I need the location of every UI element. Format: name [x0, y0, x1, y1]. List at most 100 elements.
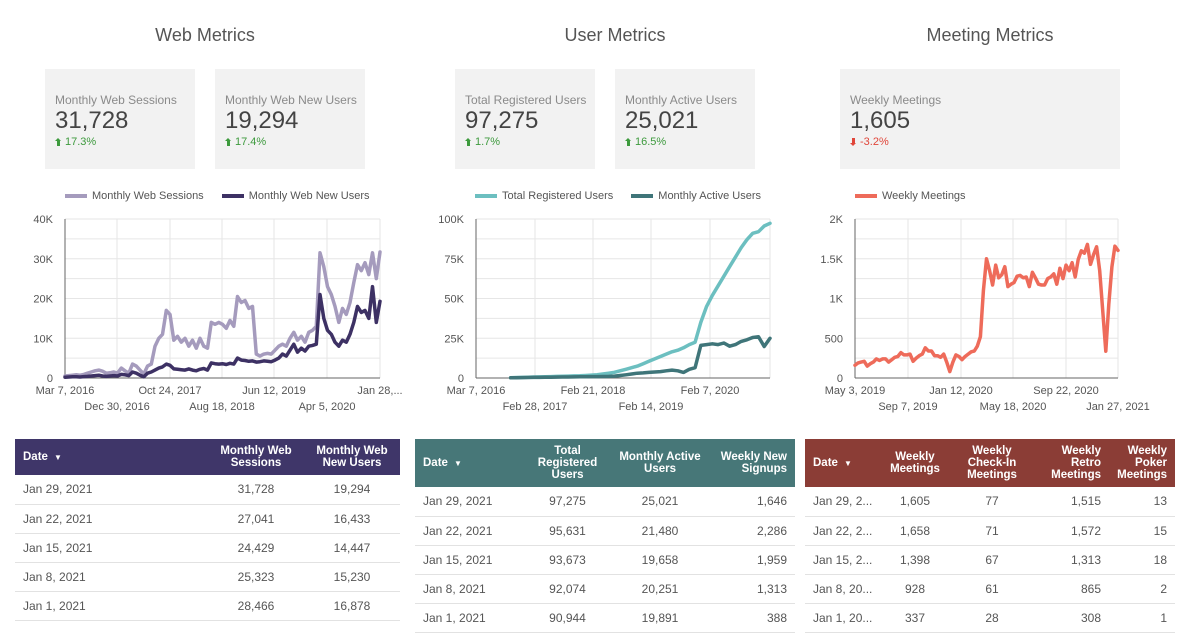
cell-value: 1,959 — [710, 545, 795, 575]
column-header[interactable]: Weekly Retro Meetings — [1033, 439, 1109, 487]
cell-value: 18 — [1109, 545, 1175, 575]
column-header-date[interactable]: Date ▼ — [805, 439, 879, 487]
cell-date: Jan 1, 2021 — [415, 603, 525, 633]
table-row[interactable]: Jan 8, 20... 928 61 865 2 — [805, 574, 1175, 604]
column-header[interactable]: Weekly Meetings — [879, 439, 951, 487]
cell-value: 1,313 — [710, 574, 795, 604]
cell-value: 13 — [1109, 487, 1175, 517]
cell-value: 15 — [1109, 516, 1175, 546]
cell-value: 21,480 — [610, 516, 710, 546]
cell-value: 31,728 — [208, 475, 304, 505]
cell-date: Jan 29, 2... — [805, 487, 879, 517]
column-header[interactable]: Monthly Web Sessions — [208, 439, 304, 475]
user-metrics-table: Date ▼ Total Registered Users Monthly Act… — [415, 439, 795, 633]
table-row[interactable]: Jan 15, 2021 24,429 14,447 — [15, 533, 400, 563]
table-row[interactable]: Jan 29, 2021 31,728 19,294 — [15, 475, 400, 505]
cell-value: 1,658 — [879, 516, 951, 546]
cell-value: 19,891 — [610, 603, 710, 633]
column-header[interactable]: Total Registered Users — [525, 439, 610, 487]
cell-value: 1 — [1109, 603, 1175, 633]
cell-value: 19,658 — [610, 545, 710, 575]
cell-value: 28 — [951, 603, 1033, 633]
y-tick-label: 500 — [825, 333, 843, 345]
sort-desc-icon[interactable]: ▼ — [844, 459, 852, 468]
x-tick-label: Sep 22, 2020 — [1033, 385, 1098, 397]
cell-date: Jan 8, 20... — [805, 574, 879, 604]
cell-value: 25,323 — [208, 562, 304, 592]
cell-date: Jan 15, 2021 — [15, 533, 208, 563]
cell-value: 14,447 — [304, 533, 400, 563]
column-header[interactable]: Weekly New Signups — [710, 439, 795, 487]
cell-value: 15,230 — [304, 562, 400, 592]
table-row[interactable]: Jan 22, 2021 27,041 16,433 — [15, 504, 400, 534]
sort-desc-icon[interactable]: ▼ — [454, 459, 462, 468]
cell-value: 1,572 — [1033, 516, 1109, 546]
cell-value: 92,074 — [525, 574, 610, 604]
cell-value: 1,398 — [879, 545, 951, 575]
cell-date: Jan 1, 20... — [805, 603, 879, 633]
cell-date: Jan 15, 2021 — [415, 545, 525, 575]
cell-value: 25,021 — [610, 487, 710, 517]
cell-value: 24,429 — [208, 533, 304, 563]
y-tick-label: 1.5K — [820, 254, 843, 266]
y-tick-label: 0 — [837, 373, 843, 385]
table-row[interactable]: Jan 29, 2021 97,275 25,021 1,646 — [415, 487, 795, 517]
cell-value: 1,313 — [1033, 545, 1109, 575]
cell-value: 1,605 — [879, 487, 951, 517]
cell-date: Jan 15, 2... — [805, 545, 879, 575]
cell-date: Jan 1, 2021 — [15, 591, 208, 621]
y-tick-label: 2K — [830, 214, 844, 226]
column-header[interactable]: Weekly Check-In Meetings — [951, 439, 1033, 487]
table-row[interactable]: Jan 8, 2021 25,323 15,230 — [15, 562, 400, 592]
cell-value: 337 — [879, 603, 951, 633]
table-row[interactable]: Jan 8, 2021 92,074 20,251 1,313 — [415, 574, 795, 604]
cell-value: 28,466 — [208, 591, 304, 621]
table-row[interactable]: Jan 1, 2021 90,944 19,891 388 — [415, 603, 795, 633]
cell-value: 67 — [951, 545, 1033, 575]
column-header-date[interactable]: Date ▼ — [15, 439, 208, 475]
column-header[interactable]: Weekly Poker Meetings — [1109, 439, 1175, 487]
cell-value: 95,631 — [525, 516, 610, 546]
x-tick-label: Jan 12, 2020 — [929, 385, 993, 397]
meeting-metrics-chart[interactable]: 0 500 1K 1.5K 2K May 3, 2019 Jan 12, 2020 Sep 2… — [0, 0, 1191, 420]
column-header[interactable]: Monthly Web New Users — [304, 439, 400, 475]
cell-value: 20,251 — [610, 574, 710, 604]
table-row[interactable]: Jan 22, 2021 95,631 21,480 2,286 — [415, 516, 795, 546]
cell-value: 16,433 — [304, 504, 400, 534]
x-tick-label: Sep 7, 2019 — [878, 401, 937, 413]
cell-value: 16,878 — [304, 591, 400, 621]
cell-value: 71 — [951, 516, 1033, 546]
cell-value: 97,275 — [525, 487, 610, 517]
cell-value: 90,944 — [525, 603, 610, 633]
cell-date: Jan 29, 2021 — [415, 487, 525, 517]
cell-value: 27,041 — [208, 504, 304, 534]
table-row[interactable]: Jan 1, 20... 337 28 308 1 — [805, 603, 1175, 633]
y-tick-label: 1K — [830, 294, 844, 306]
table-row[interactable]: Jan 22, 2... 1,658 71 1,572 15 — [805, 516, 1175, 546]
table-row[interactable]: Jan 15, 2... 1,398 67 1,313 18 — [805, 545, 1175, 575]
cell-date: Jan 22, 2021 — [15, 504, 208, 534]
cell-date: Jan 22, 2... — [805, 516, 879, 546]
column-header-date[interactable]: Date ▼ — [415, 439, 525, 487]
sort-desc-icon[interactable]: ▼ — [54, 453, 62, 462]
cell-date: Jan 8, 2021 — [415, 574, 525, 604]
cell-value: 388 — [710, 603, 795, 633]
cell-date: Jan 8, 2021 — [15, 562, 208, 592]
cell-date: Jan 22, 2021 — [415, 516, 525, 546]
table-row[interactable]: Jan 29, 2... 1,605 77 1,515 13 — [805, 487, 1175, 517]
cell-value: 77 — [951, 487, 1033, 517]
cell-value: 1,515 — [1033, 487, 1109, 517]
cell-value: 865 — [1033, 574, 1109, 604]
cell-value: 308 — [1033, 603, 1109, 633]
table-row[interactable]: Jan 15, 2021 93,673 19,658 1,959 — [415, 545, 795, 575]
x-tick-label: May 3, 2019 — [825, 385, 886, 397]
cell-date: Jan 29, 2021 — [15, 475, 208, 505]
x-tick-label: May 18, 2020 — [980, 401, 1047, 413]
cell-value: 2 — [1109, 574, 1175, 604]
table-row[interactable]: Jan 1, 2021 28,466 16,878 — [15, 591, 400, 621]
series-line-weekly-meetings — [853, 242, 1120, 374]
cell-value: 93,673 — [525, 545, 610, 575]
x-tick-label: Jan 27, 2021 — [1086, 401, 1150, 413]
column-header[interactable]: Monthly Active Users — [610, 439, 710, 487]
cell-value: 19,294 — [304, 475, 400, 505]
